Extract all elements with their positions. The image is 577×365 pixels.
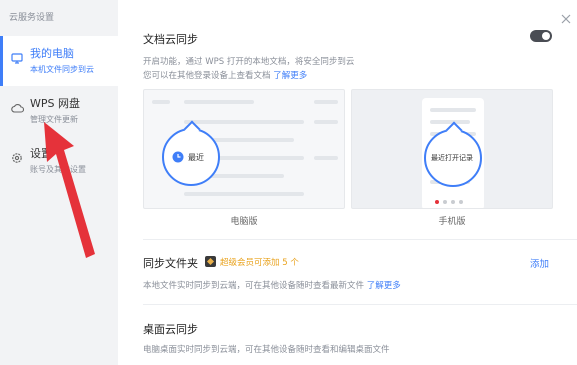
pc-bubble-text: 最近 xyxy=(188,153,204,162)
pc-recent-bubble: 最近 xyxy=(162,128,220,186)
cloud-icon xyxy=(10,101,24,115)
sidebar-title: 云服务设置 xyxy=(9,13,55,23)
folder-sync-description: 本地文件实时同步到云端，可在其他设备随时查看最新文件 了解更多 xyxy=(143,279,401,291)
add-folder-link[interactable]: 添加 xyxy=(530,256,549,270)
sidebar-item-settings[interactable]: 设置 账号及其他设置 xyxy=(0,136,118,186)
doc-sync-description: 开启功能，通过 WPS 打开的本地文档，将安全同步到云 xyxy=(143,57,355,67)
sidebar-item-wps-drive[interactable]: WPS 网盘 管理文件更新 xyxy=(0,86,118,136)
mobile-preview-label: 手机版 xyxy=(438,217,466,227)
desktop-sync-description: 电脑桌面实时同步到云端，可在其他设备随时查看和编辑桌面文件 xyxy=(143,345,390,355)
vip-limit-text: 超级会员可添加 5 个 xyxy=(220,258,299,268)
mobile-bubble-text: 最近打开记录 xyxy=(431,154,473,162)
folder-sync-learn-more-link[interactable]: 了解更多 xyxy=(367,281,401,291)
mobile-preview: 最近打开记录 xyxy=(351,89,553,209)
sidebar-item-subtitle: 账号及其他设置 xyxy=(30,165,86,174)
sidebar-item-label: 我的电脑 xyxy=(30,47,74,60)
divider xyxy=(143,239,577,240)
pc-preview-label: 电脑版 xyxy=(230,217,258,227)
divider xyxy=(143,304,577,305)
doc-sync-title: 文档云同步 xyxy=(143,33,198,46)
mobile-recent-bubble: 最近打开记录 xyxy=(424,129,482,187)
sidebar-item-subtitle: 管理文件更新 xyxy=(30,115,78,124)
clock-icon xyxy=(172,151,184,163)
folder-sync-desc-text: 本地文件实时同步到云端，可在其他设备随时查看最新文件 xyxy=(143,281,365,291)
doc-sync-description-2: 您可以在其他登录设备上查看文档 了解更多 xyxy=(143,69,307,81)
folder-sync-title: 同步文件夹 xyxy=(143,257,198,270)
main-panel: 文档云同步 开启功能，通过 WPS 打开的本地文档，将安全同步到云 您可以在其他… xyxy=(118,0,577,365)
sidebar-item-label: WPS 网盘 xyxy=(30,97,80,110)
monitor-icon xyxy=(10,51,24,65)
sidebar: 云服务设置 我的电脑 本机文件同步到云 WPS 网盘 管理文件更新 设置 账号及… xyxy=(0,0,118,365)
gear-icon xyxy=(10,151,24,165)
doc-sync-toggle[interactable] xyxy=(530,30,552,42)
desktop-sync-title: 桌面云同步 xyxy=(143,323,198,336)
pc-preview: 最近 xyxy=(143,89,345,209)
sidebar-item-subtitle: 本机文件同步到云 xyxy=(30,65,94,74)
doc-sync-learn-more-link[interactable]: 了解更多 xyxy=(273,71,307,81)
vip-badge-icon xyxy=(205,256,216,267)
sidebar-item-label: 设置 xyxy=(30,147,52,160)
doc-sync-desc2-text: 您可以在其他登录设备上查看文档 xyxy=(143,71,271,81)
sidebar-item-my-computer[interactable]: 我的电脑 本机文件同步到云 xyxy=(0,36,118,86)
